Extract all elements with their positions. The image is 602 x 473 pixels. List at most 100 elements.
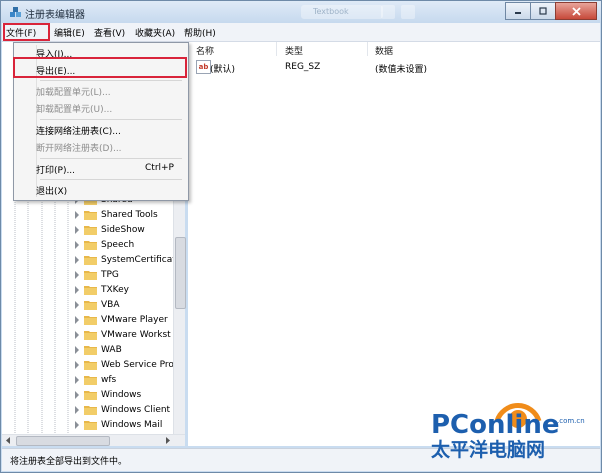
value-type: REG_SZ bbox=[285, 62, 321, 72]
folder-icon bbox=[84, 406, 97, 415]
scrollbar-thumb[interactable] bbox=[16, 436, 110, 446]
folder-icon bbox=[84, 226, 97, 235]
expand-arrow-icon[interactable] bbox=[74, 211, 80, 219]
tree-item-label: Windows Client bbox=[101, 405, 171, 415]
expand-arrow-icon[interactable] bbox=[74, 301, 80, 309]
expand-arrow-icon[interactable] bbox=[74, 331, 80, 339]
tree-item-label: Shared Tools bbox=[101, 210, 158, 220]
expand-arrow-icon[interactable] bbox=[74, 256, 80, 264]
logo-domain: .com.cn bbox=[557, 417, 585, 425]
expand-arrow-icon[interactable] bbox=[74, 226, 80, 234]
folder-icon bbox=[84, 241, 97, 250]
window-title: 注册表编辑器 bbox=[25, 10, 85, 21]
tree-item[interactable]: Windows bbox=[74, 388, 141, 402]
menu-item-load-hive: 加载配置单元(L)... bbox=[36, 88, 111, 98]
tree-item-label: SystemCertificate bbox=[101, 255, 182, 265]
expand-arrow-icon[interactable] bbox=[74, 376, 80, 384]
close-button[interactable] bbox=[555, 2, 597, 20]
menu-item-disconnect-network-registry: 断开网络注册表(D)... bbox=[36, 144, 122, 154]
menu-favorites[interactable]: 收藏夹(A) bbox=[135, 26, 175, 39]
pconline-logo: PConline .com.cn 太平洋电脑网 bbox=[431, 403, 585, 461]
tree-item[interactable]: VBA bbox=[74, 298, 120, 312]
tree-item[interactable]: TXKey bbox=[74, 283, 129, 297]
tree-item[interactable]: Windows Mail bbox=[74, 418, 162, 432]
menu-help[interactable]: 帮助(H) bbox=[184, 26, 216, 39]
expand-arrow-icon[interactable] bbox=[74, 271, 80, 279]
tree-item[interactable]: wfs bbox=[74, 373, 116, 387]
expand-arrow-icon[interactable] bbox=[74, 391, 80, 399]
string-value-icon: ab bbox=[196, 60, 211, 74]
tree-vertical-scrollbar[interactable] bbox=[173, 193, 186, 434]
tree-item[interactable]: TPG bbox=[74, 268, 119, 282]
column-header-data[interactable]: 数据 bbox=[375, 44, 393, 57]
column-header-name[interactable]: 名称 bbox=[196, 44, 214, 57]
expand-arrow-icon[interactable] bbox=[74, 316, 80, 324]
expand-arrow-icon[interactable] bbox=[74, 421, 80, 429]
tree-item[interactable]: Web Service Pro bbox=[74, 358, 174, 372]
menu-separator bbox=[40, 158, 182, 159]
menu-edit[interactable]: 编辑(E) bbox=[54, 26, 85, 39]
menu-separator bbox=[40, 119, 182, 120]
column-divider[interactable] bbox=[276, 42, 277, 56]
tree-item-label: TXKey bbox=[101, 285, 129, 295]
background-button bbox=[401, 5, 415, 19]
folder-icon bbox=[84, 331, 97, 340]
tree-item[interactable]: SideShow bbox=[74, 223, 145, 237]
expand-arrow-icon[interactable] bbox=[74, 346, 80, 354]
tree-item[interactable]: VMware Player bbox=[74, 313, 168, 327]
column-divider[interactable] bbox=[367, 42, 368, 56]
tree-item-label: VMware Workst bbox=[101, 330, 171, 340]
title-bar: 注册表编辑器 Textbook bbox=[1, 1, 601, 23]
folder-icon bbox=[84, 316, 97, 325]
menu-item-print[interactable]: 打印(P)... bbox=[36, 163, 75, 176]
folder-icon bbox=[84, 421, 97, 430]
menu-item-connect-network-registry[interactable]: 连接网络注册表(C)... bbox=[36, 124, 121, 137]
values-pane[interactable]: 名称 类型 数据 ab (默认) REG_SZ (数值未设置) bbox=[188, 42, 600, 446]
maximize-button[interactable] bbox=[530, 2, 556, 20]
expand-arrow-icon[interactable] bbox=[74, 241, 80, 249]
minimize-icon bbox=[515, 12, 521, 14]
menu-item-unload-hive: 卸载配置单元(U)... bbox=[36, 105, 113, 115]
logo-brand: PConline bbox=[431, 410, 559, 440]
menu-view[interactable]: 查看(V) bbox=[94, 26, 125, 39]
expand-arrow-icon[interactable] bbox=[74, 361, 80, 369]
close-icon bbox=[571, 6, 581, 16]
column-header-type[interactable]: 类型 bbox=[285, 44, 303, 57]
folder-icon bbox=[84, 361, 97, 370]
tree-item-label: TPG bbox=[101, 270, 119, 280]
logo-cn-name: 太平洋电脑网 bbox=[431, 438, 545, 461]
menu-item-exit[interactable]: 退出(X) bbox=[36, 184, 67, 197]
scroll-right-icon[interactable] bbox=[165, 437, 171, 444]
print-shortcut: Ctrl+P bbox=[145, 163, 174, 173]
registry-app-icon bbox=[10, 7, 21, 17]
tree-item[interactable]: Shared Tools bbox=[74, 208, 158, 222]
background-tab: Textbook bbox=[301, 5, 383, 19]
folder-icon bbox=[84, 256, 97, 265]
folder-icon bbox=[84, 301, 97, 310]
tree-item[interactable]: WAB bbox=[74, 343, 122, 357]
expand-arrow-icon[interactable] bbox=[74, 406, 80, 414]
menu-bar: 文件(F) 编辑(E) 查看(V) 收藏夹(A) 帮助(H) bbox=[2, 23, 600, 42]
tree-item-label: wfs bbox=[101, 375, 117, 385]
tree-item-label: Web Service Pro bbox=[101, 360, 174, 370]
tree-item-label: VBA bbox=[101, 300, 120, 310]
folder-icon bbox=[84, 376, 97, 385]
tree-item[interactable]: SystemCertificate bbox=[74, 253, 181, 267]
status-text: 将注册表全部导出到文件中。 bbox=[10, 457, 128, 467]
tree-item-label: Windows Mail bbox=[101, 420, 163, 430]
expand-arrow-icon[interactable] bbox=[74, 286, 80, 294]
minimize-button[interactable] bbox=[505, 2, 531, 20]
registry-editor-window: 注册表编辑器 Textbook 文件(F) 编辑(E) 查看(V) 收藏夹(A)… bbox=[0, 0, 602, 473]
tree-item[interactable]: Windows Client bbox=[74, 403, 170, 417]
tree-item[interactable]: Speech bbox=[74, 238, 134, 252]
tree-horizontal-scrollbar[interactable] bbox=[2, 434, 185, 446]
folder-icon bbox=[84, 211, 97, 220]
highlight-box-file-menu bbox=[3, 23, 50, 41]
folder-icon bbox=[84, 286, 97, 295]
tree-item-label: Speech bbox=[101, 240, 135, 250]
scroll-left-icon[interactable] bbox=[5, 437, 11, 444]
folder-icon bbox=[84, 391, 97, 400]
tree-item-label: SideShow bbox=[101, 225, 145, 235]
scrollbar-thumb[interactable] bbox=[175, 237, 186, 309]
tree-item[interactable]: VMware Workst bbox=[74, 328, 171, 342]
